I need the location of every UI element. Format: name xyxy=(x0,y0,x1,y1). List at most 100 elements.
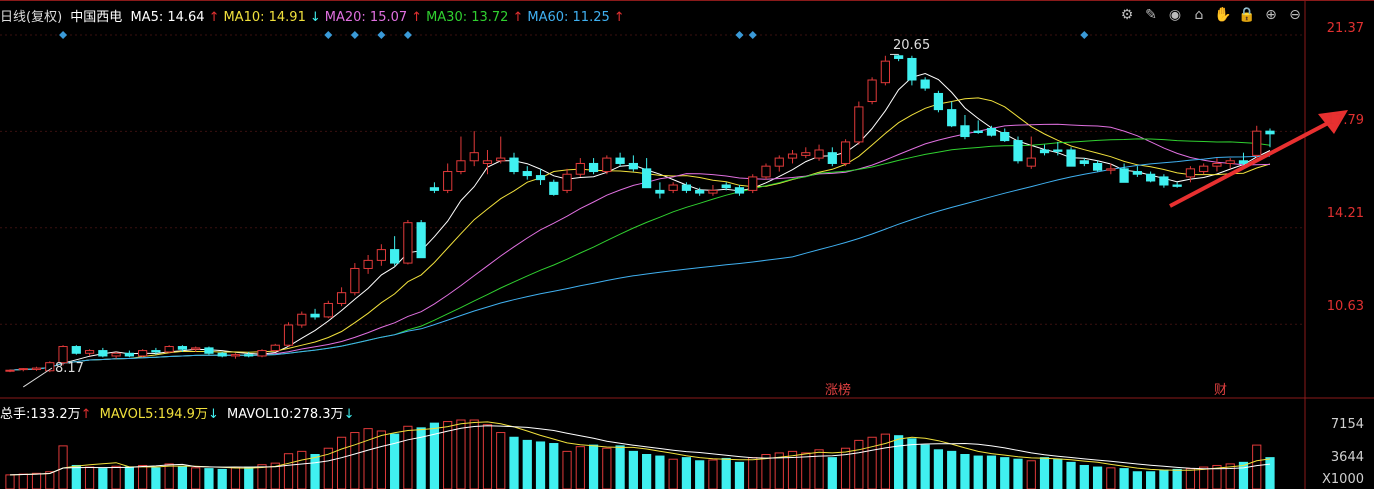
candle-body xyxy=(323,302,333,318)
volume-bar xyxy=(217,468,227,489)
candle-body xyxy=(336,292,347,304)
candle-body xyxy=(456,160,466,173)
candle-body xyxy=(933,92,944,111)
candle-body xyxy=(695,189,705,194)
candle-body xyxy=(588,162,599,173)
volume-bar xyxy=(960,454,970,489)
candle-body xyxy=(973,130,983,133)
volume-bar xyxy=(482,424,493,489)
volume-bar xyxy=(469,419,479,489)
candle-body xyxy=(721,184,731,189)
volume-bar xyxy=(5,474,15,489)
low-price-label: 8.17 xyxy=(55,361,84,376)
candle-body xyxy=(1225,160,1235,164)
volume-bar xyxy=(1079,464,1089,489)
volume-bar xyxy=(1172,468,1182,489)
volume-bar xyxy=(376,430,386,489)
volume-bar xyxy=(801,452,811,489)
volume-bar xyxy=(907,438,917,489)
candle-body xyxy=(1265,130,1275,135)
price-tick: 17.79 xyxy=(1326,113,1364,128)
zoom-in-icon[interactable]: ⊕ xyxy=(1262,6,1280,24)
candle-body xyxy=(602,157,612,173)
volume-bar xyxy=(18,473,28,489)
volume-bar xyxy=(588,444,599,489)
financial-report-tag[interactable]: 财 xyxy=(1214,379,1227,398)
price-tick: 14.21 xyxy=(1326,206,1364,221)
candle-body xyxy=(801,152,811,156)
signal-diamond xyxy=(735,31,744,39)
candle-body xyxy=(390,249,400,264)
volume-bar xyxy=(854,439,864,489)
candle-body xyxy=(84,350,95,354)
candle-body xyxy=(748,176,758,191)
candle-body xyxy=(1172,184,1182,187)
volume-tick: 3644 xyxy=(1330,450,1364,465)
candle-body xyxy=(297,313,307,326)
eye-icon[interactable]: ◉ xyxy=(1166,6,1184,24)
candle-body xyxy=(1212,162,1222,167)
candle-body xyxy=(5,369,15,372)
ma-legend-item: MA20: 15.07 xyxy=(324,10,408,25)
volume-bar xyxy=(164,463,174,489)
zoom-out-icon[interactable]: ⊖ xyxy=(1286,6,1304,24)
signal-diamond xyxy=(403,31,412,39)
candle-body xyxy=(947,109,957,127)
mavol10-label: MAVOL10: xyxy=(227,407,294,422)
basket-icon[interactable]: ⌂ xyxy=(1190,6,1208,24)
volume-bar xyxy=(522,439,532,489)
candle-body xyxy=(270,344,280,352)
candle-body xyxy=(867,79,877,103)
volume-bar xyxy=(1199,466,1209,489)
candle-body xyxy=(734,187,745,194)
signal-diamond xyxy=(350,31,359,39)
ma-legend-item: MA30: 13.72 xyxy=(426,10,509,25)
signal-diamond xyxy=(748,31,757,39)
volume-bar xyxy=(1132,471,1142,489)
volume-bar xyxy=(496,432,506,489)
volume-bar xyxy=(1238,461,1249,489)
candle-body xyxy=(960,125,970,138)
volume-bar xyxy=(456,419,466,489)
total-volume-value: 133.2万 xyxy=(30,407,81,422)
candle-body xyxy=(257,350,267,357)
candle-body xyxy=(761,165,771,178)
candle-body xyxy=(18,368,28,371)
mavol10-arrow: ↓ xyxy=(343,407,355,422)
volume-bar xyxy=(920,444,930,489)
period-label[interactable]: 日线(复权) xyxy=(0,10,62,25)
volume-bars xyxy=(5,419,1275,489)
low-marker-line xyxy=(22,367,53,388)
ma-legend-item: MA60: 11.25 xyxy=(527,10,610,25)
ma30-line xyxy=(9,138,1271,371)
candle-body xyxy=(986,127,997,136)
volume-bar xyxy=(1066,461,1076,489)
volume-bar xyxy=(1225,463,1235,489)
gear-icon[interactable]: ⚙ xyxy=(1118,6,1136,24)
lock-icon[interactable]: 🔒 xyxy=(1238,6,1256,24)
limit-up-board-tag[interactable]: 涨榜 xyxy=(825,379,851,398)
candle-body xyxy=(1092,162,1103,171)
volume-bar xyxy=(297,450,307,489)
trend-arrow-shaft xyxy=(1169,120,1331,208)
candle-body xyxy=(416,222,426,259)
volume-bar xyxy=(283,453,294,489)
candle-body xyxy=(1013,140,1023,162)
candle-body xyxy=(111,352,121,357)
ma-legend-arrow: ↑ xyxy=(512,10,524,25)
volume-bar xyxy=(867,436,877,489)
volume-bar xyxy=(721,457,731,489)
candle-body xyxy=(1053,149,1063,152)
candle-body xyxy=(575,162,585,175)
hand-icon[interactable]: ✋ xyxy=(1214,6,1232,24)
volume-bar xyxy=(602,447,612,489)
candle-body xyxy=(164,346,174,353)
candle-body xyxy=(244,354,254,357)
candle-body xyxy=(708,189,718,194)
ma-legend-arrow: ↑ xyxy=(411,10,423,25)
volume-bar xyxy=(124,466,134,489)
ma-legend-arrow: ↑ xyxy=(208,10,220,25)
volume-bar xyxy=(244,466,254,489)
pen-icon[interactable]: ✎ xyxy=(1142,6,1160,24)
volume-bar xyxy=(1265,457,1275,489)
